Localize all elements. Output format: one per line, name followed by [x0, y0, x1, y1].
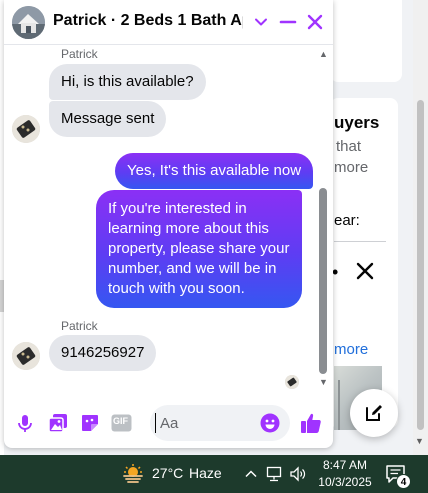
- sender-name: Patrick: [61, 319, 98, 333]
- taskbar: 27°C Haze 8:47 AM 10/3/2025 4: [0, 455, 428, 493]
- chevron-down-icon: [255, 18, 267, 26]
- weather-temperature[interactable]: 27°C: [152, 465, 183, 481]
- incoming-message[interactable]: 9146256927: [49, 335, 157, 371]
- scroll-up-icon[interactable]: ▲: [319, 49, 328, 59]
- notification-badge: 4: [396, 474, 411, 489]
- new-message-button[interactable]: [350, 389, 398, 437]
- like-icon: [301, 413, 321, 433]
- sender-avatar[interactable]: [12, 115, 40, 143]
- show-hidden-icons-button[interactable]: [242, 465, 260, 483]
- sender-name: Patrick: [61, 47, 98, 61]
- emoji-button[interactable]: [259, 412, 281, 434]
- chat-scrollbar-thumb[interactable]: [319, 188, 327, 374]
- seen-indicator-avatar: [285, 375, 299, 389]
- message-line: number, and we will be in: [108, 260, 277, 277]
- chat-options-button[interactable]: [251, 12, 271, 32]
- minimize-button[interactable]: [278, 12, 298, 32]
- haze-weather-icon[interactable]: [121, 462, 145, 486]
- background-divider: [334, 241, 386, 242]
- chevron-up-icon: [245, 470, 257, 478]
- background-text-1: that: [336, 138, 362, 155]
- message-line: learning more about this: [108, 220, 269, 237]
- background-text-2: more: [334, 159, 369, 176]
- weather-condition[interactable]: Haze: [189, 465, 222, 481]
- emoji-icon: [260, 413, 280, 433]
- text-caret: [155, 413, 156, 433]
- attach-photo-button[interactable]: [47, 412, 69, 434]
- send-like-button[interactable]: [300, 412, 322, 434]
- incoming-message[interactable]: Hi, is this available?: [49, 64, 206, 100]
- background-card-top: [330, 0, 402, 82]
- volume-button[interactable]: [289, 465, 307, 483]
- gif-button[interactable]: GIF: [110, 412, 132, 434]
- network-button[interactable]: [266, 465, 284, 483]
- message-list[interactable]: Patrick Hi, is this available? Message s…: [4, 45, 333, 392]
- clock-time[interactable]: 8:47 AM: [320, 458, 370, 472]
- listing-photo-detail: [338, 380, 340, 430]
- message-line: property, please share your: [108, 240, 290, 257]
- page-scrollbar-thumb[interactable]: [417, 100, 424, 430]
- voice-clip-button[interactable]: [14, 412, 36, 434]
- page-scroll-down-icon[interactable]: ▼: [415, 436, 424, 446]
- message-line: touch with you soon.: [108, 280, 245, 297]
- chat-window: Patrick · 2 Beds 1 Bath Apa... Patrick H…: [4, 0, 333, 448]
- background-heading: uyers: [334, 113, 380, 132]
- message-line: If you're interested in: [108, 200, 247, 217]
- outgoing-message[interactable]: If you're interested in learning more ab…: [96, 190, 302, 308]
- photo-icon: [48, 414, 67, 433]
- sender-avatar[interactable]: [12, 342, 40, 370]
- listing-avatar[interactable]: [12, 6, 45, 39]
- sticker-button[interactable]: [79, 412, 101, 434]
- close-chat-button[interactable]: [305, 12, 325, 32]
- dismiss-icon[interactable]: [354, 260, 376, 282]
- chat-title[interactable]: Patrick · 2 Beds 1 Bath Apa...: [53, 12, 243, 30]
- sticker-icon: [82, 415, 98, 431]
- see-more-link[interactable]: more: [334, 341, 368, 358]
- background-text-3: ear:: [334, 212, 360, 229]
- minus-icon: [279, 20, 297, 24]
- chat-header[interactable]: Patrick · 2 Beds 1 Bath Apa...: [4, 0, 333, 45]
- compose-icon: [366, 405, 382, 421]
- speaker-icon: [290, 466, 306, 482]
- network-icon: [266, 466, 282, 482]
- incoming-message[interactable]: Message sent: [49, 101, 167, 137]
- microphone-icon: [18, 415, 32, 432]
- outgoing-message[interactable]: Yes, It's this available now: [115, 153, 314, 189]
- message-composer: GIF: [4, 400, 333, 448]
- scroll-down-icon[interactable]: ▼: [319, 377, 328, 387]
- gif-label: GIF: [113, 416, 128, 426]
- close-icon: [307, 14, 323, 30]
- clock-date[interactable]: 10/3/2025: [316, 475, 374, 489]
